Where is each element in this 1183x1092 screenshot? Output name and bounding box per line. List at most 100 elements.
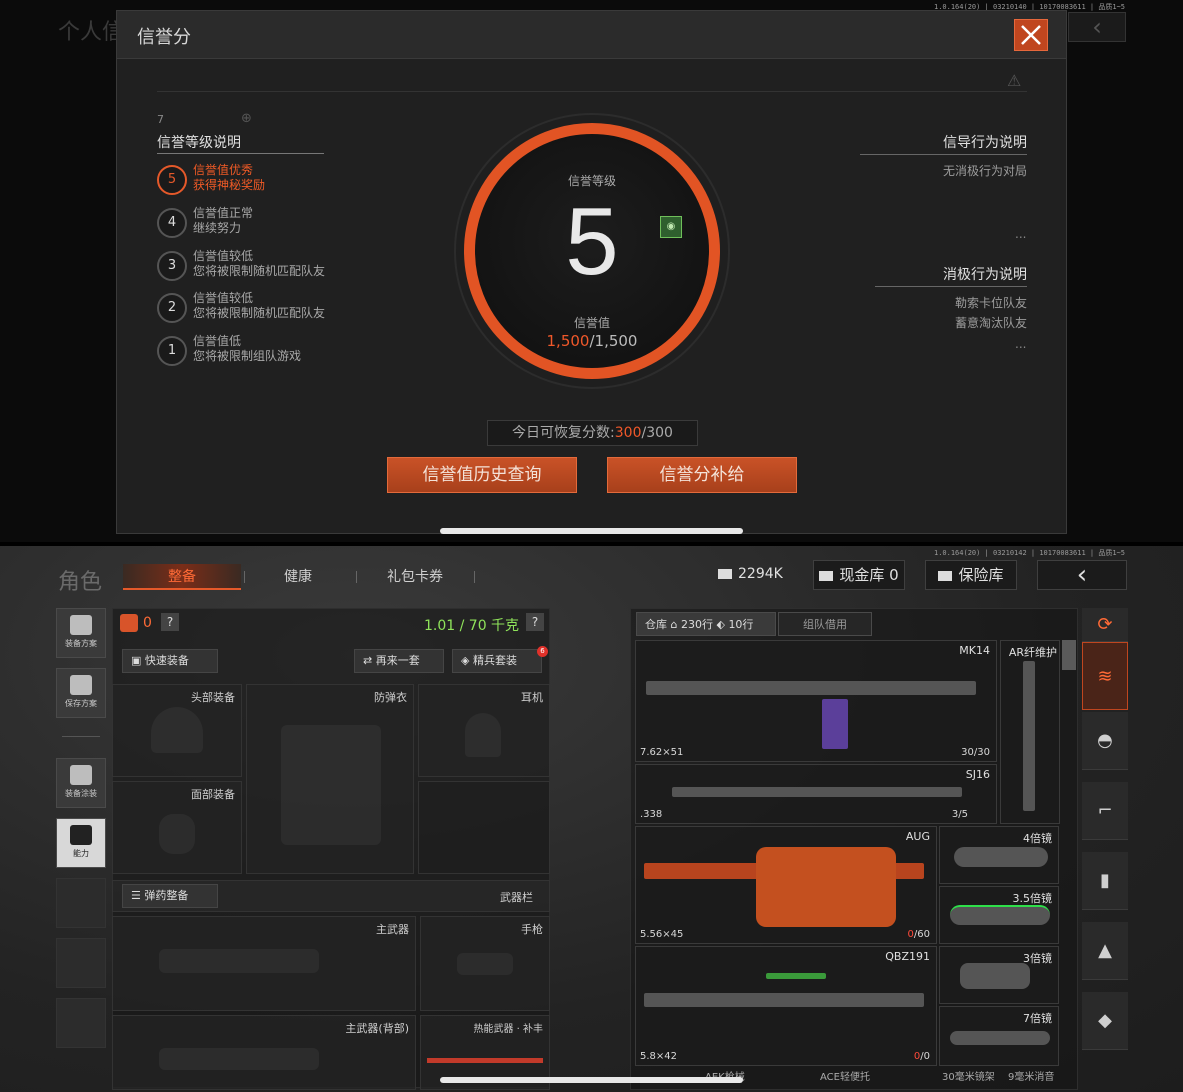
credit-supply-button[interactable]: 信誉分补给 (607, 457, 797, 493)
gauge-level-label: 信誉等级 (567, 174, 616, 188)
attachment-icon: ◆ (1098, 1010, 1112, 1031)
ability-button[interactable]: 能力 (56, 818, 106, 868)
credit-screen: 个人信 ‹ 1.0.164(20) | 03210140 | 101700836… (0, 0, 1183, 542)
back-button[interactable]: ‹ (1037, 560, 1127, 590)
tab-divider (244, 571, 245, 583)
guide-item: 无消极行为对局 (942, 164, 1027, 178)
section-underline (860, 154, 1027, 155)
primary-weapon-slot[interactable]: 主武器 (112, 916, 416, 1011)
verified-badge-icon[interactable]: ◉ (660, 216, 682, 238)
decor-line (157, 91, 1027, 92)
blade-icon (427, 1058, 543, 1063)
back-arrow-icon: ‹ (1076, 560, 1088, 590)
rail-magazines[interactable]: ▮ (1082, 852, 1128, 910)
dialog-title: 信誉分 (137, 27, 191, 48)
equip-plan-button[interactable]: 装备方案 (56, 608, 106, 658)
download-icon (70, 675, 92, 695)
safe-icon (938, 570, 953, 581)
level-desc: 信誉值较低 您将被限制随机匹配队友 (193, 249, 326, 278)
pistol-icon (457, 953, 513, 975)
gauge-ring: 信誉等级 5 信誉值 1,500/1,500 (464, 123, 720, 379)
ammo-icon: ▲ (1098, 940, 1112, 961)
item-label: 30毫米镜架 (942, 1072, 995, 1083)
version-text: 1.0.164(20) | 03210142 | 10170083611 | 品… (933, 549, 1125, 557)
level-number: 5 (157, 165, 187, 195)
level-item-5: 5 信誉值优秀 获得神秘奖励 (157, 163, 417, 201)
tab-prepare[interactable]: 整备 (123, 564, 241, 590)
empty-slot (418, 781, 550, 874)
rail-armor[interactable]: ◓ (1082, 712, 1128, 770)
scope-icon (954, 847, 1048, 867)
rail-attachments[interactable]: ◆ (1082, 992, 1128, 1050)
head-slot[interactable]: 头部装备 (112, 684, 242, 777)
level-desc: 信誉值优秀 获得神秘奖励 (193, 163, 266, 192)
decor-mark: 7 (157, 113, 164, 126)
safe-box-button[interactable]: 保险库 (925, 560, 1017, 590)
help-icon[interactable]: ? (161, 613, 179, 631)
cash-icon (718, 569, 732, 579)
tab-health[interactable]: 健康 (248, 564, 348, 590)
inventory-item-aug[interactable]: AUG 5.56×45 0/60 (635, 826, 937, 944)
armor-icon (120, 614, 138, 632)
tab-divider (474, 571, 475, 583)
tab-gift-cards[interactable]: 礼包卡券 (360, 564, 470, 590)
helmet-icon: ◓ (1097, 730, 1113, 751)
inventory-item-3x-scope[interactable]: 3倍镜 (939, 946, 1059, 1004)
level-item-4: 4 信誉值正常 继续努力 (157, 206, 417, 244)
mask-icon (159, 814, 195, 854)
item-label: 9毫米消音 (1008, 1072, 1055, 1083)
inventory-item-mk14[interactable]: MK14 7.62×51 30/30 (635, 640, 997, 762)
more-dots: ... (1015, 337, 1027, 351)
inventory-item-sj16[interactable]: SJ16 .338 3/5 (635, 764, 997, 824)
scrollbar[interactable] (1062, 640, 1076, 670)
close-button[interactable] (1014, 19, 1048, 51)
currency-display: 2294K (718, 566, 783, 582)
credit-history-button[interactable]: 信誉值历史查询 (387, 457, 577, 493)
more-dots: ... (1015, 227, 1027, 241)
help-icon[interactable]: ? (526, 613, 544, 631)
home-indicator[interactable] (440, 528, 743, 534)
item-label: ACE轻便托 (820, 1072, 870, 1083)
home-indicator[interactable] (440, 1077, 743, 1083)
credit-score-dialog: 信誉分 ⚠ 7 ⊕ 信誉等级说明 5 信誉值优秀 获得神秘奖励 4 信誉值正常 继续… (116, 10, 1067, 534)
vest-icon (281, 725, 381, 845)
inventory-item-4x-scope[interactable]: 4倍镜 (939, 826, 1059, 884)
primary-back-slot[interactable]: 主武器(背部) (112, 1015, 416, 1090)
rail-ammo[interactable]: ▲ (1082, 922, 1128, 980)
empty-slot (56, 878, 106, 928)
inventory-item-ar-rail[interactable]: AR纤维护 (1000, 640, 1060, 824)
inventory-item-qbz191[interactable]: QBZ191 5.8×42 0/0 (635, 946, 937, 1066)
level-section-title: 信誉等级说明 (157, 135, 241, 151)
rail-all-items[interactable]: ≋ (1082, 642, 1128, 710)
ammo-equip-button[interactable]: ☰ 弹药整备 (122, 884, 218, 908)
level-item-1: 1 信誉值低 您将被限制组队游戏 (157, 334, 417, 372)
again-button[interactable]: ⇄ 再来一套 (354, 649, 444, 673)
ear-slot[interactable]: 耳机 (418, 684, 550, 777)
level-item-3: 3 信誉值较低 您将被限制随机匹配队友 (157, 249, 417, 287)
background-title: 个人信 (58, 20, 125, 45)
gun-icon: ⌐ (1097, 800, 1113, 821)
elite-set-button[interactable]: ◈ 精兵套装 (452, 649, 542, 673)
level-desc: 信誉值正常 继续努力 (193, 206, 254, 235)
save-plan-button[interactable]: 保存方案 (56, 668, 106, 718)
tab-warehouse[interactable]: 仓库 ⌂ 230行 ⬖ 10行 (636, 612, 776, 636)
pistol-slot[interactable]: 手枪 (420, 916, 550, 1011)
sniper-rifle-icon (672, 787, 962, 797)
level-number: 2 (157, 293, 187, 323)
inventory-item-7x-scope[interactable]: 7倍镜 (939, 1006, 1059, 1066)
sort-button[interactable]: ⟳ (1082, 608, 1128, 642)
equip-paint-button[interactable]: 装备涂装 (56, 758, 106, 808)
guide-section-title: 信导行为说明 (943, 135, 1027, 151)
inventory-item-3.5x-scope[interactable]: 3.5倍镜 (939, 886, 1059, 944)
cash-vault-button[interactable]: 现金库 0 (813, 560, 905, 590)
negative-item: 蓄意淘汰队友 (954, 316, 1027, 330)
rail-weapons[interactable]: ⌐ (1082, 782, 1128, 840)
page-title: 角色 (58, 570, 103, 595)
section-underline (157, 153, 324, 154)
vest-slot[interactable]: 防弹衣 (246, 684, 414, 874)
dialog-header (117, 11, 1066, 59)
tab-team-borrow[interactable]: 组队借用 (778, 612, 872, 636)
rifle-icon (159, 949, 319, 973)
face-slot[interactable]: 面部装备 (112, 781, 242, 874)
quick-equip-button[interactable]: ▣ 快速装备 (122, 649, 218, 673)
